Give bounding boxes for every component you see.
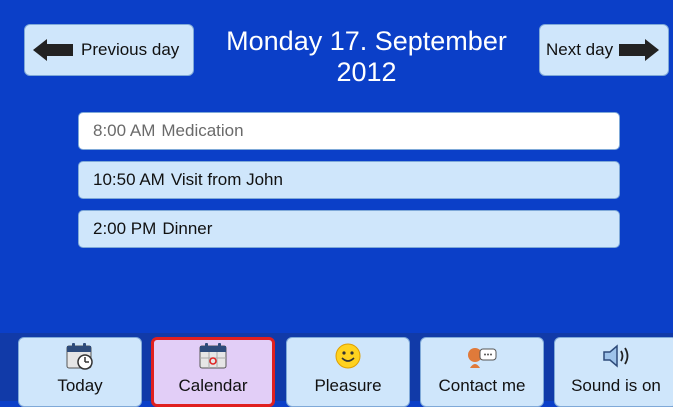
header-bar: Previous day Monday 17. September 2012 N…	[0, 0, 673, 100]
bottom-toolbar: Today Calendar Pleasure Contact me Sound…	[0, 333, 673, 407]
sound-label: Sound is on	[571, 376, 661, 395]
event-title: Dinner	[162, 219, 213, 238]
event-title: Medication	[161, 121, 244, 140]
calendar-label: Calendar	[178, 376, 248, 395]
date-line-2: 2012	[336, 57, 397, 87]
contact-me-label: Contact me	[438, 376, 526, 395]
calendar-button[interactable]: Calendar	[151, 337, 275, 407]
person-speech-icon	[468, 348, 497, 368]
event-list: 8:00 AM Medication 10:50 AM Visit from J…	[78, 112, 620, 259]
page-title: Monday 17. September 2012	[200, 26, 533, 88]
arrow-left-icon	[33, 39, 73, 61]
pleasure-button[interactable]: Pleasure	[286, 337, 410, 407]
sound-toggle-button[interactable]: Sound is on	[554, 337, 673, 407]
event-time: 2:00 PM	[93, 219, 157, 238]
calendar-clock-icon	[66, 343, 93, 370]
event-item[interactable]: 10:50 AM Visit from John	[78, 161, 620, 199]
event-item[interactable]: 8:00 AM Medication	[78, 112, 620, 150]
arrow-right-icon	[619, 39, 660, 61]
speaker-icon	[603, 344, 629, 368]
event-item[interactable]: 2:00 PM Dinner	[78, 210, 620, 248]
today-button[interactable]: Today	[18, 337, 142, 407]
smiley-icon	[335, 343, 361, 369]
previous-day-button[interactable]: Previous day	[24, 24, 194, 76]
event-time: 8:00 AM	[93, 121, 156, 140]
next-day-button[interactable]: Next day	[539, 24, 669, 76]
event-title: Visit from John	[170, 170, 283, 189]
event-time: 10:50 AM	[93, 170, 165, 189]
date-line-1: Monday 17. September	[226, 26, 507, 56]
contact-me-button[interactable]: Contact me	[420, 337, 544, 407]
previous-day-label: Previous day	[81, 40, 180, 59]
calendar-icon	[199, 343, 227, 369]
today-label: Today	[57, 376, 103, 395]
next-day-label: Next day	[546, 40, 614, 59]
pleasure-label: Pleasure	[314, 376, 382, 395]
